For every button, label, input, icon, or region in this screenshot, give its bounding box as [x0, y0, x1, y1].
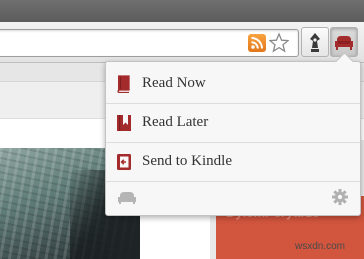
- send-to-kindle-icon: [116, 153, 132, 171]
- window-titlebar: [0, 0, 364, 22]
- gear-icon[interactable]: [332, 189, 348, 210]
- rss-feed-icon[interactable]: [248, 34, 266, 52]
- address-bar[interactable]: [0, 29, 299, 57]
- readability-popup: Read Now Read Later Send to Kindle: [105, 52, 361, 216]
- browser-toolbar: [0, 22, 364, 63]
- readability-couch-icon[interactable]: [117, 190, 137, 209]
- read-now-label: Read Now: [142, 75, 206, 91]
- send-to-kindle-label: Send to Kindle: [142, 153, 232, 169]
- popup-footer: [106, 179, 360, 215]
- bookmark-book-icon: [116, 114, 132, 132]
- read-now-item[interactable]: Read Now: [106, 65, 360, 104]
- read-later-item[interactable]: Read Later: [106, 104, 360, 143]
- pen-nib-extension-icon[interactable]: [301, 27, 329, 57]
- book-icon: [116, 75, 132, 94]
- watermark: wsxdn.com: [295, 241, 346, 252]
- read-later-label: Read Later: [142, 114, 209, 130]
- send-to-kindle-item[interactable]: Send to Kindle: [106, 143, 360, 182]
- bookmark-star-icon[interactable]: [268, 32, 290, 54]
